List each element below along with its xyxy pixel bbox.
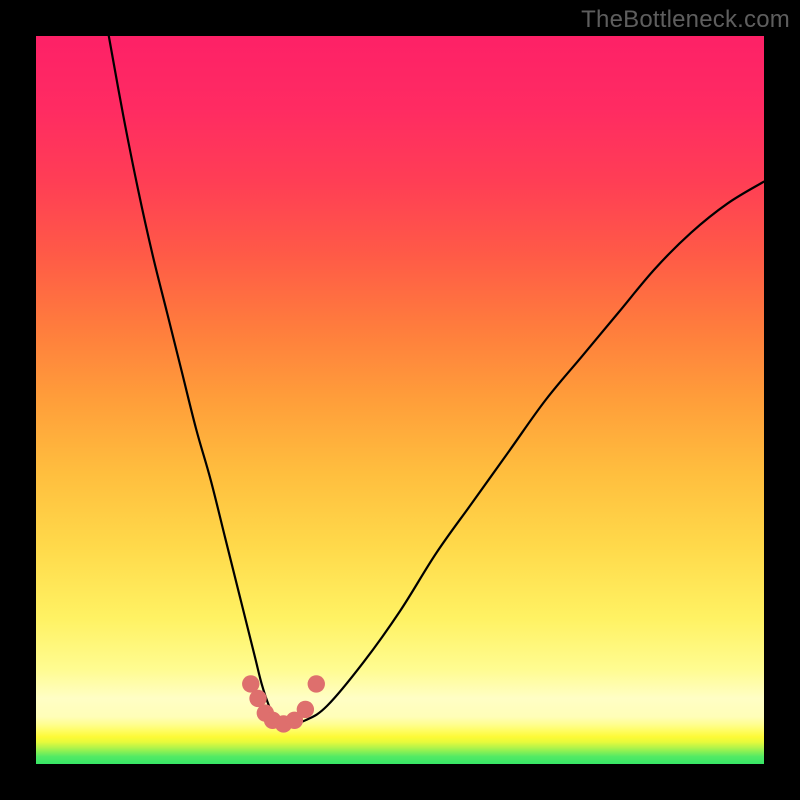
plot-area [36, 36, 764, 764]
curve-marker [308, 675, 325, 692]
curve-marker [297, 701, 314, 718]
curve-line [109, 36, 764, 724]
watermark-text: TheBottleneck.com [581, 6, 790, 34]
chart-frame: TheBottleneck.com [0, 0, 800, 800]
chart-svg [36, 36, 764, 764]
curve-bottom-markers [242, 675, 325, 732]
